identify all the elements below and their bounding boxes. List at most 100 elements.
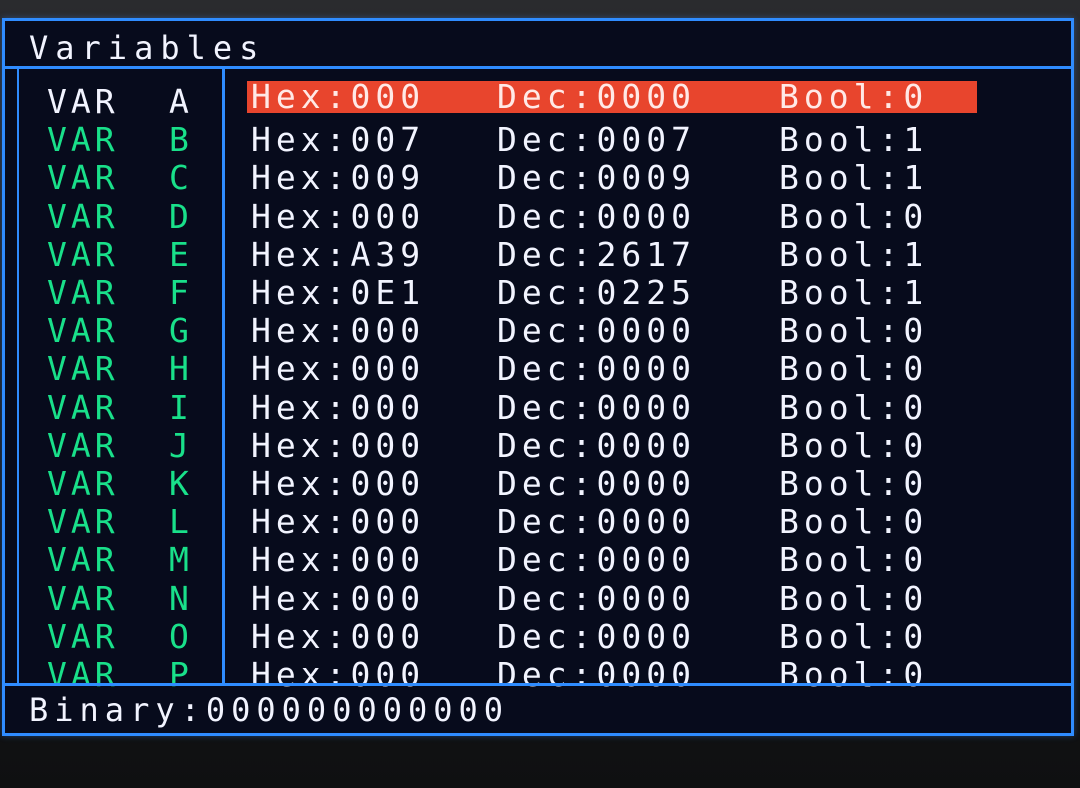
variable-label: VAR (47, 616, 119, 656)
variable-dec-value: Dec:0225 (497, 273, 696, 312)
variable-name-row[interactable]: VAR C (19, 159, 219, 197)
variable-value-row[interactable]: Hex:0E1 Dec:0225 Bool:1 (247, 274, 977, 312)
binary-readout: Binary:000000000000 (29, 691, 510, 729)
variable-hex-value: Hex:000 (251, 196, 426, 236)
variable-letter: F (169, 273, 193, 312)
variable-name-row[interactable]: VAR J (19, 425, 219, 465)
variable-hex-value: Hex:000 (251, 616, 426, 656)
variable-value-row[interactable]: Hex:000 Dec:0000 Bool:0 (247, 578, 977, 618)
variable-value-row[interactable]: Hex:007 Dec:0007 Bool:1 (247, 121, 977, 159)
variable-label: VAR (47, 425, 119, 465)
variable-bool-value: Bool:0 (779, 502, 929, 542)
variable-name-row[interactable]: VAR A (19, 83, 219, 121)
variable-label: VAR (47, 120, 119, 160)
variable-label: VAR (47, 578, 119, 618)
variable-letter: I (169, 387, 193, 427)
variable-value-row[interactable]: Hex:000 Dec:0000 Bool:0 (247, 387, 977, 427)
binary-status-bar: Binary:000000000000 (5, 683, 1071, 733)
variable-hex-value: Hex:000 (251, 387, 426, 427)
variable-bool-value: Bool:0 (779, 464, 929, 503)
variable-label: VAR (47, 273, 119, 312)
variable-bool-value: Bool:1 (779, 234, 929, 274)
title-bar: Variables (5, 21, 1071, 69)
variable-hex-value: Hex:A39 (251, 234, 426, 274)
variable-hex-value: Hex:007 (251, 120, 426, 160)
variable-name-row[interactable]: VAR H (19, 350, 219, 388)
variable-label: VAR (47, 234, 119, 274)
variable-name-row[interactable]: VAR G (19, 312, 219, 350)
variable-letter: J (169, 425, 193, 465)
variable-name-column: VAR A VAR B VAR C VAR D VAR E VAR F VAR G VAR H VAR I VAR J… (17, 69, 225, 694)
variable-dec-value: Dec:0000 (497, 349, 696, 389)
variable-bool-value: Bool:0 (779, 311, 929, 351)
variable-name-row[interactable]: VAR O (19, 616, 219, 656)
variable-label: VAR (47, 82, 119, 121)
lcd-screen: Variables VAR A VAR B VAR C VAR D VAR E VAR F VAR G VA… (2, 18, 1074, 736)
variable-value-row[interactable]: Hex:000 Dec:0000 Bool:0 (247, 425, 977, 465)
variable-value-row[interactable]: Hex:000 Dec:0000 Bool:0 (247, 503, 977, 541)
variable-dec-value: Dec:0000 (497, 387, 696, 427)
variable-name-row[interactable]: VAR M (19, 541, 219, 579)
variable-name-row[interactable]: VAR D (19, 196, 219, 236)
variable-dec-value: Dec:0000 (497, 425, 696, 465)
variable-label: VAR (47, 311, 119, 351)
variable-name-row[interactable]: VAR K (19, 465, 219, 503)
variable-letter: N (169, 578, 193, 618)
device-bezel: Variables VAR A VAR B VAR C VAR D VAR E VAR F VAR G VA… (0, 0, 1080, 788)
variable-letter: C (169, 158, 193, 198)
variable-hex-value: Hex:000 (251, 349, 426, 389)
variable-label: VAR (47, 502, 119, 542)
variable-letter: L (169, 502, 193, 542)
variable-letter: B (169, 120, 193, 160)
variable-value-row[interactable]: Hex:A39 Dec:2617 Bool:1 (247, 234, 977, 274)
variable-bool-value: Bool:1 (779, 273, 929, 312)
variable-name-row[interactable]: VAR N (19, 578, 219, 618)
variable-name-row[interactable]: VAR F (19, 274, 219, 312)
variable-letter: M (169, 540, 193, 580)
variable-dec-value: Dec:0000 (497, 464, 696, 503)
selected-variable-row[interactable]: Hex:000 Dec:0000 Bool:0 (247, 77, 977, 116)
variable-label: VAR (47, 158, 119, 198)
variable-hex-value: Hex:000 (251, 502, 426, 542)
variable-value-column: Hex:000 Dec:0000 Bool:0 Hex:007 Dec:0007 Bool… (225, 69, 1065, 694)
variable-dec-value: Dec:0009 (497, 158, 696, 198)
variable-label: VAR (47, 464, 119, 503)
variable-hex-value: Hex:009 (251, 158, 426, 198)
variable-dec-value: Dec:0000 (497, 196, 696, 236)
variable-hex-value: Hex:000 (251, 77, 426, 116)
variable-bool-value: Bool:0 (779, 77, 929, 116)
variable-value-row[interactable]: Hex:009 Dec:0009 Bool:1 (247, 159, 977, 197)
variable-value-row[interactable]: Hex:000 Dec:0000 Bool:0 (247, 616, 977, 656)
page-title: Variables (29, 29, 266, 67)
variable-letter: G (169, 311, 193, 351)
variable-letter: O (169, 616, 193, 656)
variable-dec-value: Dec:0000 (497, 502, 696, 542)
variable-bool-value: Bool:1 (779, 120, 929, 160)
variable-hex-value: Hex:000 (251, 578, 426, 618)
variable-label: VAR (47, 349, 119, 389)
variable-dec-value: Dec:0000 (497, 540, 696, 580)
variable-name-row[interactable]: VAR I (19, 387, 219, 427)
variable-value-row[interactable]: Hex:000 Dec:0000 Bool:0 (247, 350, 977, 388)
variable-hex-value: Hex:000 (251, 464, 426, 503)
variable-bool-value: Bool:0 (779, 540, 929, 580)
variable-letter: E (169, 234, 193, 274)
variable-hex-value: Hex:0E1 (251, 273, 426, 312)
variable-dec-value: Dec:2617 (497, 234, 696, 274)
variable-hex-value: Hex:000 (251, 540, 426, 580)
variable-dec-value: Dec:0000 (497, 616, 696, 656)
variable-name-row[interactable]: VAR E (19, 234, 219, 274)
variable-dec-value: Dec:0000 (497, 77, 696, 116)
variable-letter: H (169, 349, 193, 389)
variable-label: VAR (47, 387, 119, 427)
variable-value-row[interactable]: Hex:000 Dec:0000 Bool:0 (247, 541, 977, 579)
variable-bool-value: Bool:0 (779, 578, 929, 618)
variable-bool-value: Bool:1 (779, 158, 929, 198)
variable-name-row[interactable]: VAR B (19, 121, 219, 159)
variable-name-row[interactable]: VAR L (19, 503, 219, 541)
variable-letter: D (169, 196, 193, 236)
variable-value-row[interactable]: Hex:000 Dec:0000 Bool:0 (247, 196, 977, 236)
variable-value-row[interactable]: Hex:000 Dec:0000 Bool:0 (247, 312, 977, 350)
variable-value-row[interactable]: Hex:000 Dec:0000 Bool:0 (247, 465, 977, 503)
variable-bool-value: Bool:0 (779, 616, 929, 656)
